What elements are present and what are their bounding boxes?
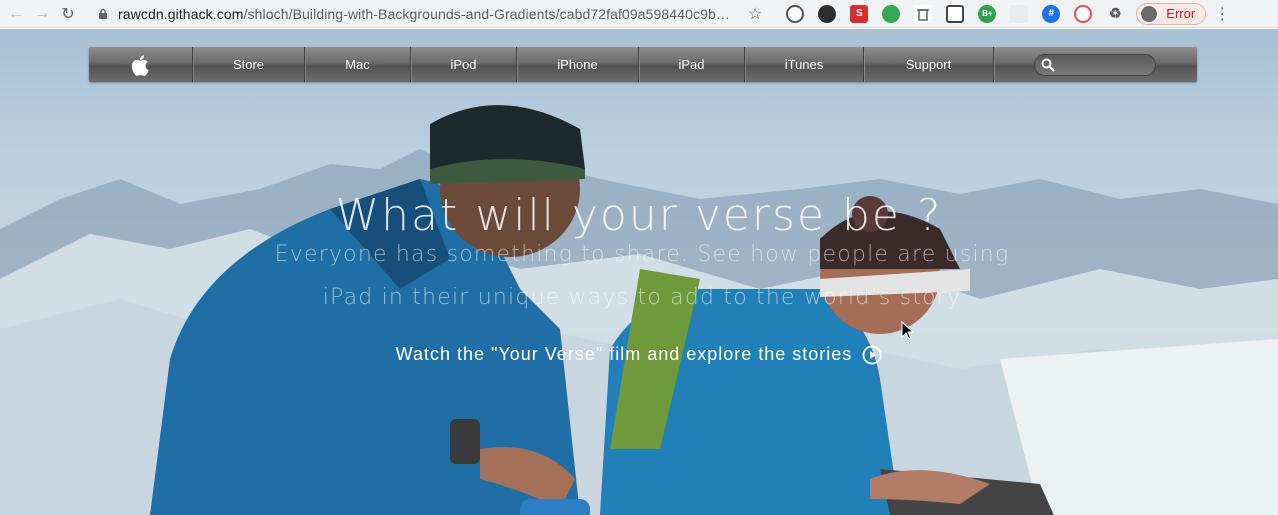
search-input[interactable] <box>1034 53 1156 76</box>
url-path: /shloch/Building-with-Backgrounds-and-Gr… <box>243 5 730 22</box>
extensions-row: S B+ # ♻ <box>772 4 1125 23</box>
extension-c-icon[interactable] <box>786 4 805 23</box>
extension-hash-icon[interactable]: # <box>1042 4 1061 23</box>
forward-icon[interactable]: → <box>32 4 52 24</box>
apple-logo-icon[interactable] <box>89 47 193 82</box>
error-label: Error <box>1166 6 1196 21</box>
lock-icon[interactable] <box>96 7 110 21</box>
extension-green-circle-icon[interactable] <box>882 4 901 23</box>
menu-dots-icon[interactable]: ⋮ <box>1214 4 1230 24</box>
hero-subline-1: Everyone has something to share. See how… <box>274 242 1010 267</box>
nav-item-support[interactable]: Support <box>864 47 994 82</box>
nav-item-store[interactable]: Store <box>193 47 305 82</box>
reload-icon[interactable]: ↻ <box>58 4 78 24</box>
nav-item-itunes[interactable]: iTunes <box>745 47 864 82</box>
extension-spiral-icon[interactable] <box>1074 4 1093 23</box>
back-icon[interactable]: ← <box>6 4 26 24</box>
nav-search <box>994 47 1196 82</box>
nav-item-iphone[interactable]: iPhone <box>517 47 639 82</box>
play-circle-icon[interactable] <box>862 345 882 365</box>
nav-item-mac[interactable]: Mac <box>305 47 411 82</box>
hero-headline: What will your verse be ? <box>335 190 943 241</box>
watch-film-link[interactable]: Watch the "Your Verse" film and explore … <box>0 344 1278 365</box>
hero-subline-2: iPad in their unique ways to add to the … <box>322 285 962 310</box>
bookmark-star-icon[interactable]: ☆ <box>748 4 762 24</box>
avatar <box>1140 4 1159 23</box>
nav-item-ipod[interactable]: iPod <box>411 47 517 82</box>
nav-item-ipad[interactable]: iPad <box>639 47 745 82</box>
search-icon <box>1041 58 1055 72</box>
hero-section <box>0 29 1278 515</box>
puzzle-icon[interactable]: ♻ <box>1106 4 1125 23</box>
trash-icon[interactable] <box>914 4 933 23</box>
watch-film-label: Watch the "Your Verse" film and explore … <box>395 344 853 364</box>
extension-bulb-icon[interactable] <box>946 4 965 23</box>
extension-spy-icon[interactable] <box>818 4 837 23</box>
extension-b-plus-icon[interactable]: B+ <box>978 4 997 23</box>
extension-s-icon[interactable]: S <box>850 4 869 23</box>
profile-error-button[interactable]: Error <box>1136 2 1207 25</box>
extension-grey-icon[interactable] <box>1010 4 1029 23</box>
url-host: rawcdn.githack.com <box>118 5 244 22</box>
address-bar[interactable]: rawcdn.githack.com/shloch/Building-with-… <box>118 6 730 22</box>
apple-nav-bar: Store Mac iPod iPhone iPad iTunes Suppor… <box>89 47 1197 82</box>
browser-toolbar: ← → ↻ rawcdn.githack.com/shloch/Building… <box>0 0 1278 28</box>
mouse-cursor-icon <box>901 321 915 340</box>
hero-background-image <box>0 105 1278 515</box>
